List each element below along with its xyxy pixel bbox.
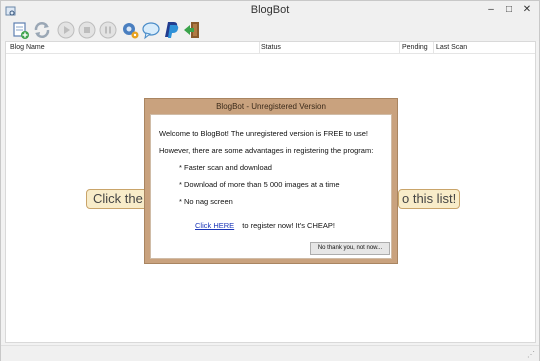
exit-icon [184,22,199,38]
column-header-blog-name[interactable]: Blog Name [10,44,45,51]
column-divider [259,42,260,54]
stop-icon [78,21,96,39]
advantage-item: * Download of more than 5 000 images at … [179,180,340,189]
stop-button[interactable] [77,20,97,40]
no-thanks-button[interactable]: No thank you, not now... [310,242,390,255]
dialog-body: Welcome to BlogBot! The unregistered ver… [150,114,392,259]
empty-list-hint-left: Click the [86,189,148,209]
pause-button[interactable] [98,20,118,40]
advantage-item: * Faster scan and download [179,163,272,172]
play-icon [57,21,75,39]
empty-list-hint-right: o this list! [398,189,460,209]
close-button[interactable]: ✕ [518,2,536,18]
toolbar [1,19,539,41]
exit-button[interactable] [182,20,202,40]
column-divider [399,42,400,54]
advantages-text: However, there are some advantages in re… [159,146,374,155]
status-bar: ⋰ [1,345,539,361]
column-divider [433,42,434,54]
add-blog-icon [13,22,29,39]
unregistered-dialog: BlogBot - Unregistered Version Welcome t… [144,98,398,264]
settings-icon [123,23,139,39]
chat-button[interactable] [141,20,161,40]
chat-icon [142,22,160,40]
settings-button[interactable] [120,20,140,40]
refresh-icon [34,22,50,38]
play-button[interactable] [56,20,76,40]
paypal-icon [165,22,179,38]
register-text: to register now! It's CHEAP! [242,221,335,230]
app-window: BlogBot – □ ✕ Blog Name Status Pending L… [0,0,540,361]
column-header-status[interactable]: Status [261,44,281,51]
register-link[interactable]: Click HERE [195,221,234,230]
dialog-title: BlogBot - Unregistered Version [216,102,326,111]
column-header-pending[interactable]: Pending [402,44,428,51]
advantage-item: * No nag screen [179,197,233,206]
resize-grip-icon[interactable]: ⋰ [527,350,535,359]
list-header: Blog Name Status Pending Last Scan [6,42,535,54]
pause-icon [99,21,117,39]
column-header-last-scan[interactable]: Last Scan [436,44,467,51]
welcome-text: Welcome to BlogBot! The unregistered ver… [159,129,368,138]
title-bar: BlogBot – □ ✕ [1,1,539,19]
maximize-button[interactable]: □ [500,2,518,18]
paypal-button[interactable] [162,20,182,40]
minimize-button[interactable]: – [482,2,500,18]
add-blog-button[interactable] [11,20,31,40]
window-title: BlogBot [250,4,290,16]
refresh-button[interactable] [32,20,52,40]
register-line: Click HERE to register now! It's CHEAP! [195,221,335,230]
